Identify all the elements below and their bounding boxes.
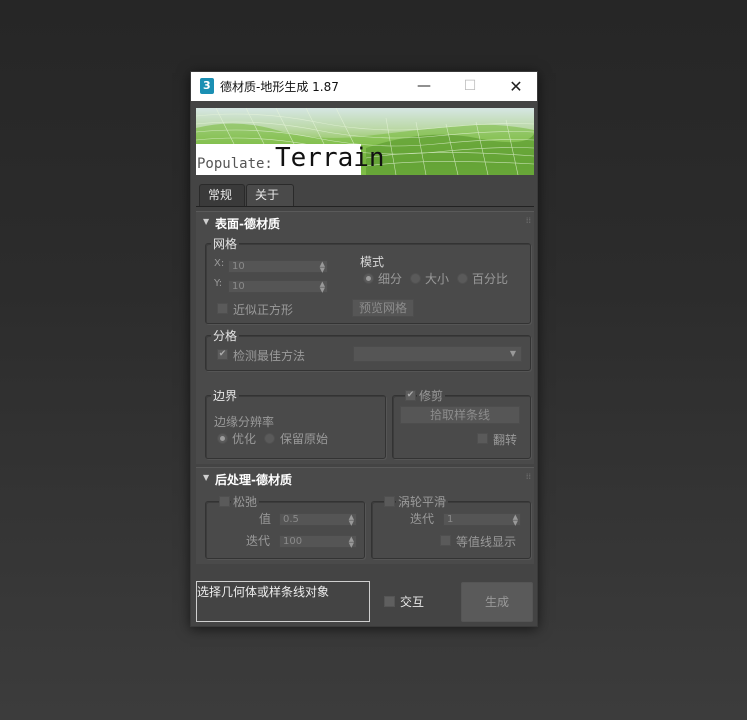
- relax-iter-value: 100: [283, 536, 303, 547]
- turbosmooth-group-title: 涡轮平滑: [396, 493, 449, 510]
- square-label: 近似正方形: [233, 303, 294, 317]
- flip-label: 翻转: [493, 433, 518, 447]
- split-group: 分格 ✔ 检测最佳方法 ▼: [205, 327, 531, 371]
- relax-iter-spinner[interactable]: 100 ▲ ▼: [279, 535, 357, 549]
- relax-iter-label: 迭代: [246, 534, 271, 548]
- surface-rollout-title: 表面-德材质: [215, 217, 280, 231]
- y-label: Y:: [214, 278, 223, 289]
- grip-icon: ⁞⁞: [525, 472, 531, 481]
- banner-prefix: Populate:: [197, 156, 273, 172]
- spinner-arrows-icon[interactable]: ▲ ▼: [349, 514, 354, 527]
- post-rollout-title: 后处理-德材质: [215, 473, 292, 487]
- trim-group-title: 修剪: [417, 387, 446, 404]
- flip-checkbox[interactable]: [477, 433, 488, 444]
- y-value: 10: [232, 281, 245, 292]
- turbo-iter-value: 1: [447, 514, 454, 525]
- post-rollout: ▼ 后处理-德材质 ⁞⁞ 松弛 值 0.5 ▲ ▼ 迭代 100 ▲ ▼ 涡轮平滑 …: [196, 467, 534, 564]
- trim-group: ✔ 修剪 拾取样条线 翻转: [392, 387, 531, 459]
- status-text: 选择几何体或样条线对象: [197, 585, 330, 599]
- collapse-arrow-icon: ▼: [203, 217, 210, 226]
- main-window: 德材质-地形生成 1.87 — ☐ ✕ Populate: Terrai: [190, 71, 538, 627]
- mode-option-size: 大小: [425, 272, 450, 286]
- mode-radio-size[interactable]: [410, 273, 421, 284]
- detect-best-checkbox[interactable]: ✔: [217, 349, 228, 360]
- maximize-button[interactable]: ☐: [447, 72, 493, 101]
- mode-radio-subdivide[interactable]: [363, 273, 374, 284]
- interactive-label: 交互: [400, 595, 425, 609]
- border-radio-keep[interactable]: [264, 433, 275, 444]
- border-group-title: 边界: [211, 387, 240, 404]
- surface-rollout-header[interactable]: ▼ 表面-德材质 ⁞⁞: [196, 212, 534, 232]
- mode-radio-percent[interactable]: [457, 273, 468, 284]
- tab-general[interactable]: 常规: [199, 184, 245, 206]
- relax-value-spinner[interactable]: 0.5 ▲ ▼: [279, 513, 357, 527]
- border-group: 边界 边缘分辨率 优化 保留原始: [205, 387, 386, 459]
- post-rollout-header[interactable]: ▼ 后处理-德材质 ⁞⁞: [196, 468, 534, 488]
- x-label: X:: [214, 258, 225, 269]
- relax-group: 松弛 值 0.5 ▲ ▼ 迭代 100 ▲ ▼: [205, 493, 365, 559]
- detect-best-label: 检测最佳方法: [233, 349, 306, 363]
- turbo-iter-label: 迭代: [410, 512, 435, 526]
- close-button[interactable]: ✕: [493, 72, 539, 101]
- app-3dsmax-icon: [200, 78, 214, 94]
- terrain-banner: Populate: Terrain: [196, 108, 534, 175]
- border-radio-optimize[interactable]: [217, 433, 228, 444]
- x-value: 10: [232, 261, 245, 272]
- mode-label: 模式: [360, 255, 385, 269]
- mode-option-subdivide: 细分: [378, 272, 403, 286]
- isoline-label: 等值线显示: [456, 535, 517, 549]
- spinner-arrows-icon[interactable]: ▲ ▼: [513, 514, 518, 527]
- relax-value: 0.5: [283, 514, 299, 525]
- banner-main: Terrain: [275, 143, 385, 173]
- status-box: 选择几何体或样条线对象: [196, 581, 370, 622]
- mode-option-percent: 百分比: [472, 272, 509, 286]
- preview-mesh-button[interactable]: 预览网格: [352, 299, 414, 317]
- tab-divider: [196, 206, 534, 207]
- grip-icon: ⁞⁞: [525, 216, 531, 225]
- turbosmooth-checkbox[interactable]: [384, 496, 395, 507]
- spinner-arrows-icon[interactable]: ▲ ▼: [349, 536, 354, 549]
- square-checkbox[interactable]: [217, 303, 228, 314]
- surface-rollout: ▼ 表面-德材质 ⁞⁞ 网格 X: 10 ▲ ▼ Y: 10 ▲ ▼ 近似正方形 模…: [196, 211, 534, 464]
- pick-spline-button[interactable]: 拾取样条线: [400, 406, 520, 424]
- spinner-arrows-icon[interactable]: ▲ ▼: [320, 261, 325, 274]
- relax-checkbox[interactable]: [219, 496, 230, 507]
- chevron-down-icon: ▼: [509, 349, 516, 358]
- minimize-button[interactable]: —: [401, 72, 447, 101]
- tab-about[interactable]: 关于: [246, 184, 294, 206]
- relax-value-label: 值: [259, 512, 272, 526]
- split-group-title: 分格: [211, 327, 240, 344]
- mesh-group-title: 网格: [211, 235, 240, 252]
- turbosmooth-group: 涡轮平滑 迭代 1 ▲ ▼ 等值线显示: [371, 493, 531, 559]
- isoline-checkbox[interactable]: [440, 535, 451, 546]
- edge-resolution-label: 边缘分辨率: [214, 415, 275, 429]
- trim-checkbox[interactable]: ✔: [405, 390, 416, 401]
- banner-logo-label: Populate: Terrain: [196, 143, 385, 175]
- window-title: 德材质-地形生成 1.87: [220, 80, 339, 94]
- generate-button[interactable]: 生成: [461, 582, 533, 622]
- spinner-arrows-icon[interactable]: ▲ ▼: [320, 281, 325, 294]
- x-spinner[interactable]: 10 ▲ ▼: [228, 260, 328, 274]
- border-option-optimize: 优化: [232, 432, 257, 446]
- mesh-group: 网格 X: 10 ▲ ▼ Y: 10 ▲ ▼ 近似正方形 模式 细分 大小 百分比 …: [205, 235, 531, 324]
- y-spinner[interactable]: 10 ▲ ▼: [228, 280, 328, 294]
- relax-group-title: 松弛: [231, 493, 260, 510]
- interactive-checkbox[interactable]: [384, 596, 395, 607]
- turbo-iter-spinner[interactable]: 1 ▲ ▼: [443, 513, 521, 527]
- border-option-keep: 保留原始: [280, 432, 329, 446]
- collapse-arrow-icon: ▼: [203, 473, 210, 482]
- title-bar[interactable]: 德材质-地形生成 1.87 — ☐ ✕: [191, 72, 537, 101]
- split-method-dropdown[interactable]: ▼: [353, 346, 522, 362]
